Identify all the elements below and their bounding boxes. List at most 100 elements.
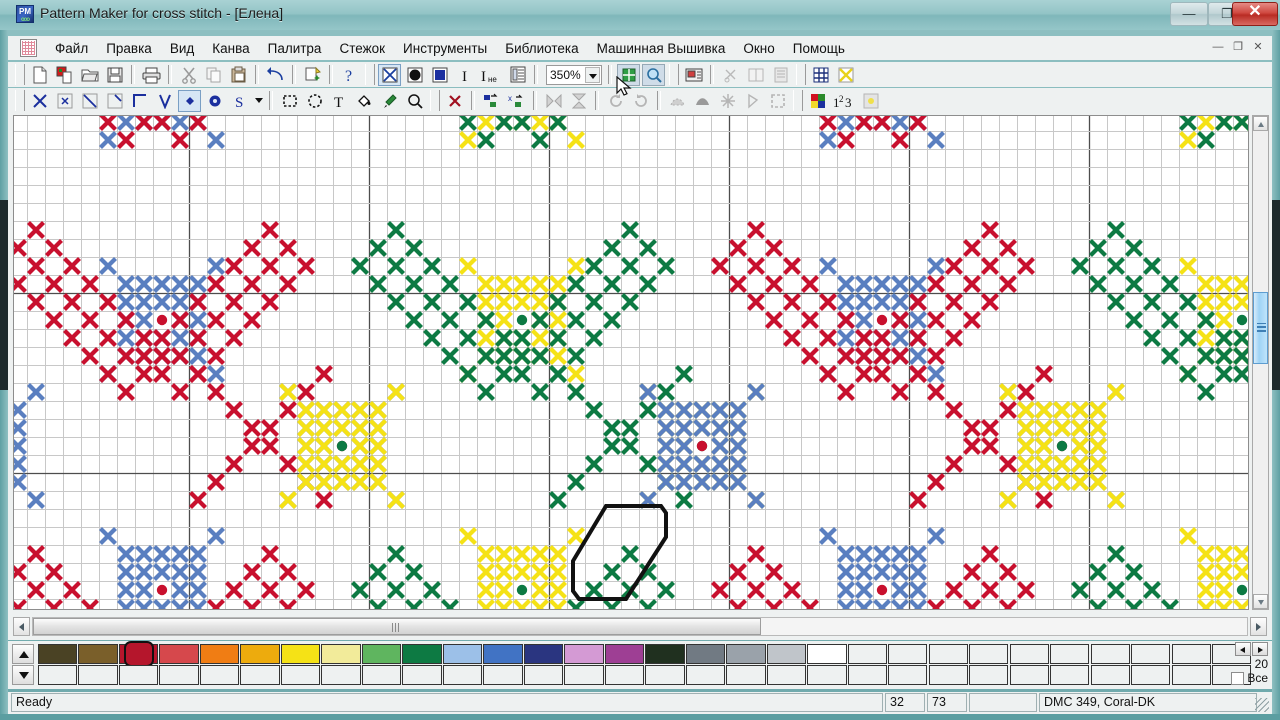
document-pattern-icon[interactable]: [20, 39, 37, 57]
palette-swatch[interactable]: [1050, 644, 1090, 664]
corner-icon[interactable]: [741, 90, 764, 112]
zoom-combo[interactable]: 350%: [546, 64, 602, 85]
palette-swatch[interactable]: [442, 665, 483, 685]
palette-swatch[interactable]: [280, 665, 321, 685]
palette-scroll-down-button[interactable]: [12, 665, 34, 685]
palette-swatch[interactable]: [1009, 665, 1049, 685]
palette-swatch[interactable]: [807, 644, 847, 664]
french-knot[interactable]: [696, 440, 708, 452]
new-document-icon[interactable]: [28, 64, 51, 86]
scroll-down-button[interactable]: [1253, 594, 1268, 609]
palette-swatch[interactable]: [888, 665, 928, 685]
palette-swatch[interactable]: [564, 644, 604, 664]
quarter-stitch-icon[interactable]: [103, 90, 126, 112]
special-stitch-s-icon[interactable]: S: [228, 90, 251, 112]
palette-swatch[interactable]: [159, 644, 199, 664]
menu-tools[interactable]: Инструменты: [394, 38, 496, 59]
palette-swatch[interactable]: [402, 644, 442, 664]
palette-swatch[interactable]: [199, 644, 240, 664]
toolbar-grip[interactable]: [365, 64, 375, 85]
palette-swatch[interactable]: [38, 665, 78, 685]
view-stitches-icon[interactable]: [378, 63, 401, 86]
distort-icon[interactable]: [691, 90, 714, 112]
horizontal-scrollbar[interactable]: [13, 617, 1267, 636]
palette-swatch[interactable]: [928, 665, 968, 685]
text-metric-icon[interactable]: Iне: [478, 64, 504, 86]
marquee-dashed-icon[interactable]: [766, 90, 789, 112]
flip-horizontal-icon[interactable]: [542, 90, 565, 112]
palette-swatch[interactable]: [483, 644, 523, 664]
palette-swatch[interactable]: [1131, 644, 1171, 664]
grid-toggle-icon[interactable]: [809, 64, 832, 86]
palette-next-page-button[interactable]: [1252, 642, 1268, 656]
lasso-select-icon[interactable]: [303, 90, 326, 112]
straight-stitch-icon[interactable]: [153, 90, 176, 112]
window-close-button[interactable]: ✕: [1232, 2, 1278, 26]
snowflake-icon[interactable]: [716, 90, 739, 112]
toolbar-grip[interactable]: [15, 64, 25, 85]
magnifier-icon[interactable]: [403, 90, 426, 112]
menu-file[interactable]: Файл: [46, 38, 97, 59]
palette-swatch[interactable]: [726, 644, 766, 664]
document-close-button[interactable]: ✕: [1250, 40, 1266, 56]
palette-swatch[interactable]: [361, 644, 402, 664]
palette-swatch[interactable]: [199, 665, 240, 685]
half-stitch-icon[interactable]: [78, 90, 101, 112]
text-info-icon[interactable]: I: [453, 64, 476, 86]
stitch-pattern[interactable]: [14, 116, 1248, 609]
palette-swatch[interactable]: [240, 644, 280, 664]
fill-bucket-icon[interactable]: [353, 90, 376, 112]
palette-swatch[interactable]: [321, 665, 361, 685]
toolbar-grip[interactable]: [430, 90, 440, 111]
palette-swatch[interactable]: [523, 665, 564, 685]
save-disk-icon[interactable]: [103, 64, 126, 86]
horizontal-scroll-track[interactable]: [32, 617, 1248, 636]
palette-swatch[interactable]: [969, 644, 1009, 664]
undo-arrow-icon[interactable]: [264, 64, 287, 86]
rotate-ccw-icon[interactable]: [629, 90, 652, 112]
palette-swatch[interactable]: [1009, 644, 1049, 664]
document-restore-button[interactable]: ❐: [1230, 40, 1246, 56]
mini-cross-stitch-icon[interactable]: [53, 90, 76, 112]
color-replace-icon[interactable]: [480, 90, 503, 112]
palette-swatch[interactable]: [523, 644, 564, 664]
toolbar-grip[interactable]: [15, 90, 25, 111]
view-symbols-icon[interactable]: [403, 64, 426, 86]
menu-library[interactable]: Библиотека: [496, 38, 587, 59]
palette-swatch[interactable]: [766, 644, 807, 664]
menu-canvas[interactable]: Канва: [203, 38, 258, 59]
palette-swatch[interactable]: [645, 644, 685, 664]
palette-swatch[interactable]: [1090, 665, 1130, 685]
french-knot[interactable]: [876, 584, 888, 596]
new-from-image-icon[interactable]: [53, 64, 76, 86]
split-view-icon[interactable]: [744, 64, 767, 86]
palette-swatch[interactable]: [1090, 644, 1130, 664]
palette-swatch[interactable]: [847, 665, 887, 685]
paste-clipboard-icon[interactable]: [227, 64, 250, 86]
delete-x-icon[interactable]: [443, 90, 466, 112]
zoom-fit-icon[interactable]: [617, 63, 640, 86]
stitch-canvas[interactable]: [13, 115, 1249, 610]
document-minimize-button[interactable]: —: [1210, 40, 1226, 56]
palette-prev-page-button[interactable]: [1235, 642, 1251, 656]
french-knot[interactable]: [336, 440, 348, 452]
window-minimize-button[interactable]: —: [1170, 2, 1208, 26]
rect-select-icon[interactable]: [278, 90, 301, 112]
texture-icon[interactable]: [859, 90, 882, 112]
french-knot[interactable]: [1236, 314, 1248, 326]
palette-swatch[interactable]: [604, 644, 645, 664]
palette-swatch[interactable]: [847, 644, 887, 664]
palette-swatch[interactable]: [118, 641, 159, 667]
toolbar-grip[interactable]: [793, 90, 803, 111]
palette-swatch[interactable]: [402, 665, 442, 685]
scroll-left-button[interactable]: [13, 617, 30, 636]
scissors-small-icon[interactable]: [719, 64, 742, 86]
vertical-scroll-thumb[interactable]: [1253, 292, 1268, 364]
palette-swatch[interactable]: [685, 644, 726, 664]
palette-swatch[interactable]: [321, 644, 361, 664]
french-knot-small-icon[interactable]: [178, 89, 201, 112]
menu-help[interactable]: Помощь: [784, 38, 854, 59]
stretch-icon[interactable]: [666, 90, 689, 112]
text-tool-icon[interactable]: T: [328, 90, 351, 112]
palette-swatch[interactable]: [1050, 665, 1090, 685]
